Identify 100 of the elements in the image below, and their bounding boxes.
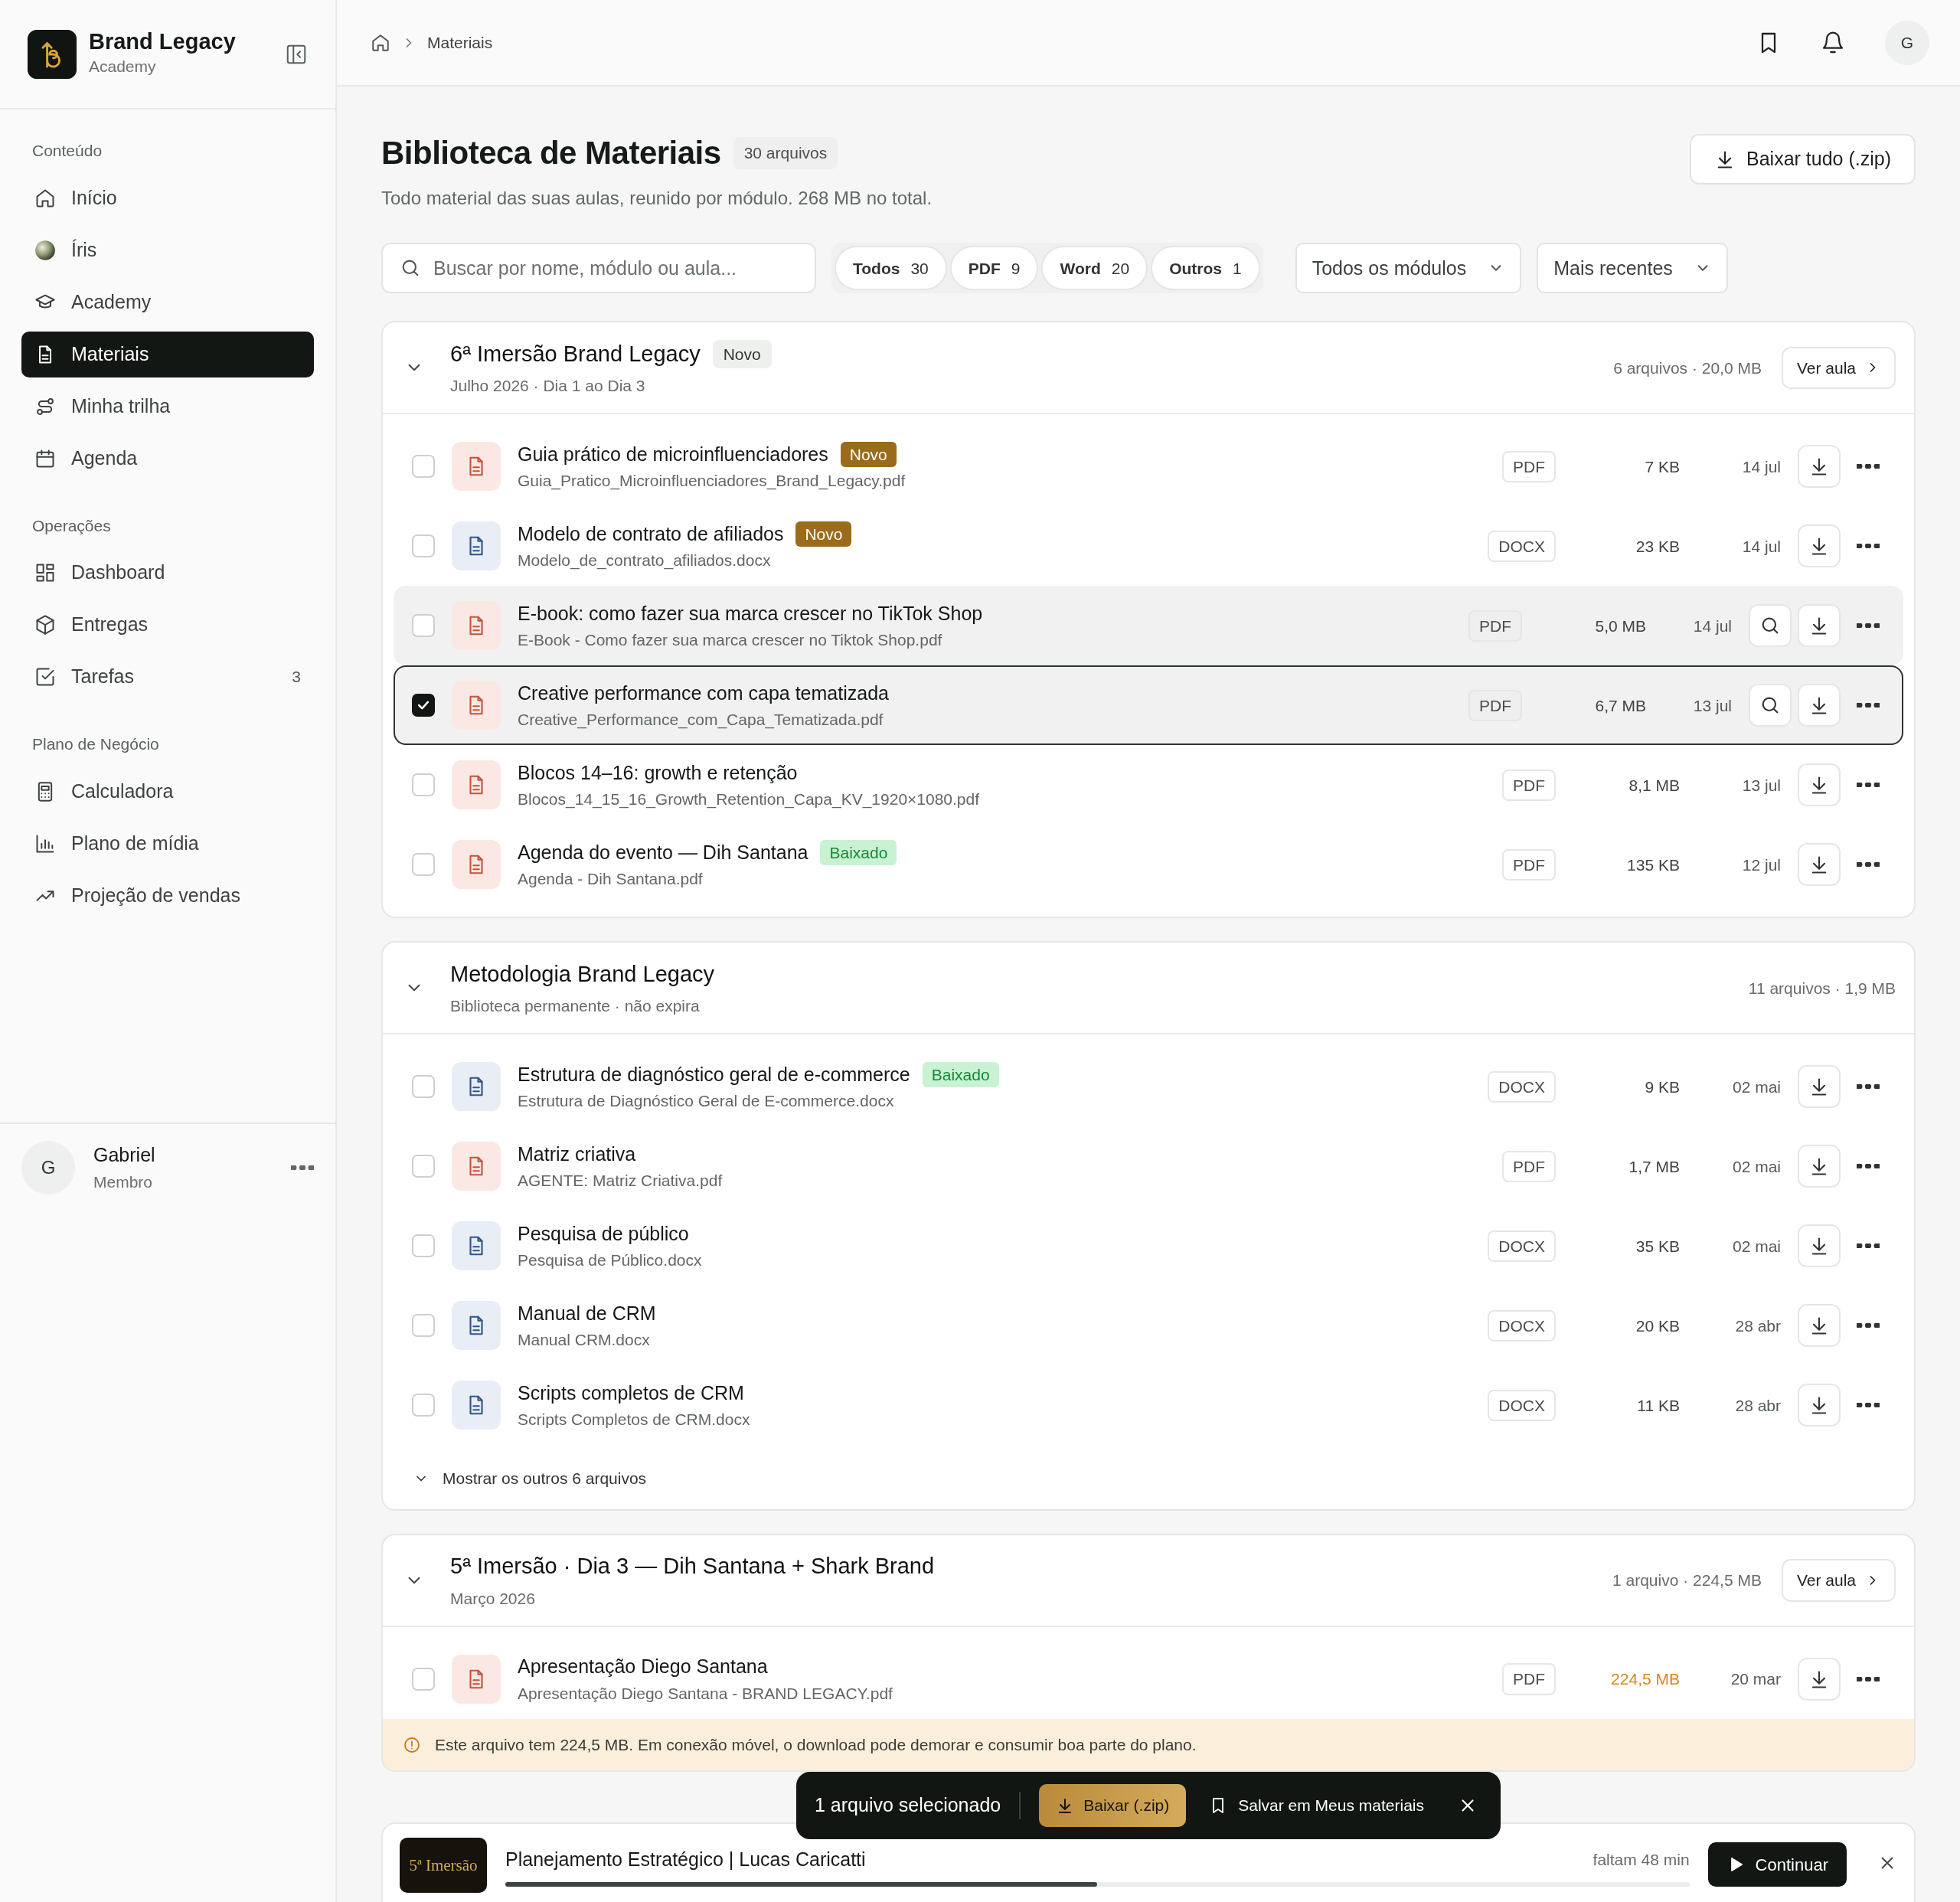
nav-item[interactable]: Íris xyxy=(21,227,314,273)
preview-button[interactable] xyxy=(1749,684,1792,727)
file-row[interactable]: Scripts completos de CRM Scripts Completos de CRM.docx DOCX 11 KB 28 abr xyxy=(394,1365,1903,1446)
more-icon xyxy=(1857,1323,1880,1328)
nav-item[interactable]: Plano de mídia xyxy=(21,820,314,867)
save-button[interactable]: Salvar em Meus materiais xyxy=(1204,1793,1429,1819)
search-input[interactable]: Buscar por nome, módulo ou aula... xyxy=(432,253,798,284)
home-link[interactable] xyxy=(371,32,390,53)
module-meta: 1 arquivo · 224,5 MB xyxy=(1612,1570,1762,1591)
file-date: 02 mai xyxy=(1731,1077,1781,1097)
filter-chip[interactable]: PDF 9 xyxy=(949,246,1039,291)
view-lesson-button[interactable]: Ver aula xyxy=(1781,346,1896,390)
nav-item[interactable]: Minha trilha xyxy=(21,383,314,430)
download-button[interactable] xyxy=(1798,1145,1841,1188)
download-button[interactable] xyxy=(1798,604,1841,648)
nav-item[interactable]: Projeção de vendas xyxy=(21,872,314,919)
file-name: Apresentação Diego Santana - BRAND LEGACY.pdf xyxy=(518,1683,893,1704)
file-type-icon xyxy=(452,1142,501,1191)
file-name: E-Book - Como fazer sua marca crescer no Tiktok Shop.pdf xyxy=(518,630,943,651)
file-row[interactable]: Agenda do evento — Dih Santana Baixado Agenda - Dih Santana.pdf PDF 135 KB 12 jul xyxy=(394,825,1903,905)
preview-button[interactable] xyxy=(1749,604,1792,648)
nav-item[interactable]: Materiais xyxy=(21,331,314,377)
module-subtitle: Março 2026 xyxy=(450,1588,536,1609)
file-type-icon xyxy=(452,760,501,810)
more-icon xyxy=(1857,703,1880,708)
section-heading: Plano de Negócio xyxy=(31,734,160,754)
dropdown[interactable]: Todos os módulos xyxy=(1295,243,1522,294)
file-row[interactable]: Guia prático de microinfluenciadores Novo Guia_Pratico_Microinfluenciadores_Brand_Legacy.pdf PDF 7 KB 14 jul xyxy=(394,426,1903,507)
user-role: Membro xyxy=(93,1172,154,1192)
file-date: 14 jul xyxy=(1741,536,1781,557)
file-row[interactable]: Modelo de contrato de afiliados Novo Modelo_de_contrato_afiliados.docx DOCX 23 KB 14 jul xyxy=(394,506,1903,587)
nav-item[interactable]: Início xyxy=(21,175,314,221)
downloaded-badge: Baixado xyxy=(922,1061,999,1088)
download-button[interactable] xyxy=(1798,684,1841,727)
filter-chip[interactable]: Todos 30 xyxy=(835,246,947,291)
file-row[interactable]: E-book: como fazer sua marca crescer no TikTok Shop E-Book - Como fazer sua marca crescer no Tiktok Shop.pdf PDF 5,0 MB 14 jul xyxy=(394,586,1903,666)
user-avatar[interactable]: G xyxy=(1885,20,1929,65)
warning-icon xyxy=(403,1735,421,1754)
download-button[interactable] xyxy=(1798,445,1841,489)
more-icon xyxy=(1857,783,1880,788)
file-type-tag: DOCX xyxy=(1488,1389,1556,1422)
file-date: 13 jul xyxy=(1741,775,1781,796)
filter-chip[interactable]: Outros 1 xyxy=(1151,246,1260,291)
continue-button[interactable]: Continuar xyxy=(1707,1842,1847,1887)
file-title: Matriz criativa xyxy=(518,1142,636,1166)
nav-item[interactable]: Entregas xyxy=(21,602,314,648)
file-size: 23 KB xyxy=(1635,536,1680,557)
more-icon xyxy=(1857,1164,1880,1169)
dropdown[interactable]: Mais recentes xyxy=(1537,243,1728,294)
video-title: Planejamento Estratégico | Lucas Caricatti xyxy=(505,1848,867,1872)
file-row[interactable]: Matriz criativa AGENTE: Matriz Criativa.pdf PDF 1,7 MB 02 mai xyxy=(394,1126,1903,1207)
nav-item[interactable]: Calculadora xyxy=(21,768,314,815)
file-name: Scripts Completos de CRM.docx xyxy=(518,1410,751,1430)
file-row[interactable]: Creative performance com capa tematizada Creative_Performance_com_Capa_Tematizada.pdf PDF 6,7 MB 13 jul xyxy=(394,665,1903,746)
file-size: 9 KB xyxy=(1644,1077,1680,1097)
module-meta: 11 arquivos · 1,9 MB xyxy=(1748,978,1896,998)
download-button[interactable] xyxy=(1798,1304,1841,1348)
file-type-icon xyxy=(452,1654,501,1704)
filter-chip[interactable]: Word 20 xyxy=(1041,246,1148,291)
page-title: Biblioteca de Materiais xyxy=(381,134,721,172)
file-row[interactable]: Pesquisa de público Pesquisa de Público.docx DOCX 35 KB 02 mai xyxy=(394,1206,1903,1286)
new-badge: Novo xyxy=(795,521,852,547)
view-lesson-button[interactable]: Ver aula xyxy=(1781,1559,1896,1602)
file-type-tag: PDF xyxy=(1502,1150,1556,1183)
show-more-link[interactable]: Mostrar os outros 6 arquivos xyxy=(383,1457,1914,1509)
download-zip-button[interactable]: Baixar (.zip) xyxy=(1039,1784,1187,1827)
file-title: Agenda do evento — Dih Santana xyxy=(518,840,808,864)
file-type-icon xyxy=(452,681,501,730)
download-button[interactable] xyxy=(1798,1224,1841,1268)
download-button[interactable] xyxy=(1798,843,1841,887)
file-row[interactable]: Manual de CRM Manual CRM.docx DOCX 20 KB 28 abr xyxy=(394,1286,1903,1366)
file-row[interactable]: Apresentação Diego Santana Apresentação Diego Santana - BRAND LEGACY.pdf PDF 224,5 MB 20 mar xyxy=(394,1639,1903,1719)
file-date: 02 mai xyxy=(1731,1236,1781,1257)
file-type-tag: DOCX xyxy=(1488,1309,1556,1342)
file-size: 35 KB xyxy=(1635,1236,1680,1257)
download-button[interactable] xyxy=(1798,525,1841,568)
nav-item[interactable]: Tarefas 3 xyxy=(21,654,314,700)
notification-icon xyxy=(1821,30,1845,55)
checkbox[interactable] xyxy=(412,694,435,717)
nav-item[interactable]: Academy xyxy=(21,279,314,325)
download-button[interactable] xyxy=(1798,1065,1841,1109)
download-button[interactable] xyxy=(1798,1384,1841,1427)
breadcrumb-item: Materiais xyxy=(427,32,493,53)
file-type-icon xyxy=(452,601,501,651)
file-title: Manual de CRM xyxy=(518,1301,656,1325)
notifications-button[interactable] xyxy=(1821,30,1845,55)
nav-item[interactable]: Agenda xyxy=(21,435,314,482)
file-row[interactable]: Blocos 14–16: growth e retenção Blocos_14_15_16_Growth_Retention_Capa_KV_1920×1080.pdf PDF 8,1 MB 13 jul xyxy=(394,745,1903,825)
more-icon xyxy=(1857,544,1880,549)
file-size: 135 KB xyxy=(1626,855,1680,875)
section-heading: Operações xyxy=(31,515,112,536)
video-thumbnail: 5ª Imersão xyxy=(400,1838,487,1894)
download-button[interactable] xyxy=(1798,1657,1841,1701)
nav-item[interactable]: Dashboard xyxy=(21,550,314,596)
download-all-button[interactable]: Baixar tudo (.zip) xyxy=(1690,134,1916,185)
file-row[interactable]: Estrutura de diagnóstico geral de e-commerce Baixado Estrutura de Diagnóstico Geral de E-commerce.docx DOCX 9 KB 02 mai xyxy=(394,1047,1903,1127)
search-field[interactable]: Buscar por nome, módulo ou aula... xyxy=(381,243,816,294)
module-meta: 6 arquivos · 20,0 MB xyxy=(1613,358,1762,378)
file-title: Scripts completos de CRM xyxy=(518,1381,744,1405)
download-button[interactable] xyxy=(1798,763,1841,807)
